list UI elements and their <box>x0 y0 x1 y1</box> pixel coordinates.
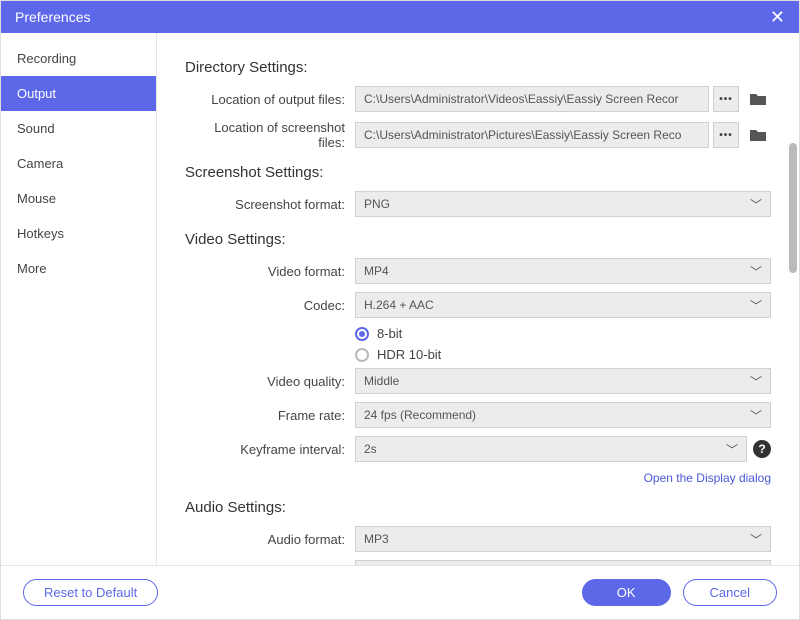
section-screenshot-title: Screenshot Settings: <box>185 164 771 181</box>
chevron-down-icon: ﹀ <box>750 407 762 424</box>
label-video-format: Video format: <box>185 264 355 279</box>
screenshot-format-select[interactable]: PNG ﹀ <box>355 191 771 217</box>
row-output-location: Location of output files: C:\Users\Admin… <box>185 86 771 112</box>
frame-rate-select[interactable]: 24 fps (Recommend) ﹀ <box>355 402 771 428</box>
radio-icon <box>355 327 369 341</box>
screenshot-location-more-button[interactable]: ••• <box>713 122 739 148</box>
screenshot-location-folder-icon[interactable] <box>745 122 771 148</box>
row-audio-format: Audio format: MP3 ﹀ <box>185 526 771 552</box>
titlebar: Preferences ✕ <box>1 1 799 33</box>
keyframe-interval-value: 2s <box>364 442 377 456</box>
content-wrap: Directory Settings: Location of output f… <box>157 33 799 565</box>
video-quality-value: Middle <box>364 374 399 388</box>
frame-rate-value: 24 fps (Recommend) <box>364 408 476 422</box>
chevron-down-icon: ﹀ <box>750 531 762 548</box>
label-keyframe-interval: Keyframe interval: <box>185 442 355 457</box>
chevron-down-icon: ﹀ <box>750 565 762 566</box>
video-format-select[interactable]: MP4 ﹀ <box>355 258 771 284</box>
radio-icon <box>355 348 369 362</box>
open-display-dialog-link[interactable]: Open the Display dialog <box>644 471 771 485</box>
label-audio-format: Audio format: <box>185 532 355 547</box>
row-screenshot-format: Screenshot format: PNG ﹀ <box>185 191 771 217</box>
radio-8bit-label: 8-bit <box>377 326 402 341</box>
display-dialog-row: Open the Display dialog <box>185 470 771 485</box>
chevron-down-icon: ﹀ <box>750 263 762 280</box>
video-codec-value: H.264 + AAC <box>364 298 434 312</box>
help-icon[interactable]: ? <box>753 440 771 458</box>
sidebar-item-sound[interactable]: Sound <box>1 111 156 146</box>
section-video-title: Video Settings: <box>185 231 771 248</box>
screenshot-location-input[interactable]: C:\Users\Administrator\Pictures\Eassiy\E… <box>355 122 709 148</box>
sidebar: Recording Output Sound Camera Mouse Hotk… <box>1 33 157 565</box>
label-frame-rate: Frame rate: <box>185 408 355 423</box>
ok-button[interactable]: OK <box>582 579 671 606</box>
row-screenshot-location: Location of screenshot files: C:\Users\A… <box>185 120 771 150</box>
label-video-quality: Video quality: <box>185 374 355 389</box>
cancel-button[interactable]: Cancel <box>683 579 777 606</box>
label-video-codec: Codec: <box>185 298 355 313</box>
close-icon[interactable]: ✕ <box>770 7 785 28</box>
label-output-location: Location of output files: <box>185 92 355 107</box>
window-title: Preferences <box>15 9 90 25</box>
row-frame-rate: Frame rate: 24 fps (Recommend) ﹀ <box>185 402 771 428</box>
audio-format-select[interactable]: MP3 ﹀ <box>355 526 771 552</box>
chevron-down-icon: ﹀ <box>750 373 762 390</box>
chevron-down-icon: ﹀ <box>750 297 762 314</box>
body: Recording Output Sound Camera Mouse Hotk… <box>1 33 799 565</box>
footer-right-buttons: OK Cancel <box>582 579 777 606</box>
row-video-format: Video format: MP4 ﹀ <box>185 258 771 284</box>
sidebar-item-recording[interactable]: Recording <box>1 41 156 76</box>
footer: Reset to Default OK Cancel <box>1 565 799 619</box>
row-video-quality: Video quality: Middle ﹀ <box>185 368 771 394</box>
section-directory-title: Directory Settings: <box>185 59 771 76</box>
label-screenshot-format: Screenshot format: <box>185 197 355 212</box>
sidebar-item-mouse[interactable]: Mouse <box>1 181 156 216</box>
video-format-value: MP4 <box>364 264 389 278</box>
radio-8bit[interactable]: 8-bit <box>355 326 771 341</box>
section-audio-title: Audio Settings: <box>185 499 771 516</box>
scrollbar-thumb[interactable] <box>789 143 797 273</box>
radio-hdr10-label: HDR 10-bit <box>377 347 441 362</box>
radio-hdr10[interactable]: HDR 10-bit <box>355 347 771 362</box>
output-location-folder-icon[interactable] <box>745 86 771 112</box>
output-location-more-button[interactable]: ••• <box>713 86 739 112</box>
keyframe-interval-select[interactable]: 2s ﹀ <box>355 436 747 462</box>
video-codec-select[interactable]: H.264 + AAC ﹀ <box>355 292 771 318</box>
chevron-down-icon: ﹀ <box>726 441 738 458</box>
sidebar-item-more[interactable]: More <box>1 251 156 286</box>
sidebar-item-camera[interactable]: Camera <box>1 146 156 181</box>
audio-format-value: MP3 <box>364 532 389 546</box>
row-audio-codec: Codec: MP3 ﹀ <box>185 560 771 565</box>
chevron-down-icon: ﹀ <box>750 196 762 213</box>
audio-codec-select[interactable]: MP3 ﹀ <box>355 560 771 565</box>
row-video-codec: Codec: H.264 + AAC ﹀ <box>185 292 771 318</box>
video-quality-select[interactable]: Middle ﹀ <box>355 368 771 394</box>
screenshot-format-value: PNG <box>364 197 390 211</box>
content-panel[interactable]: Directory Settings: Location of output f… <box>157 33 799 565</box>
sidebar-item-output[interactable]: Output <box>1 76 156 111</box>
reset-to-default-button[interactable]: Reset to Default <box>23 579 158 606</box>
label-screenshot-location: Location of screenshot files: <box>185 120 355 150</box>
sidebar-item-hotkeys[interactable]: Hotkeys <box>1 216 156 251</box>
row-keyframe-interval: Keyframe interval: 2s ﹀ ? <box>185 436 771 462</box>
output-location-input[interactable]: C:\Users\Administrator\Videos\Eassiy\Eas… <box>355 86 709 112</box>
preferences-window: Preferences ✕ Recording Output Sound Cam… <box>0 0 800 620</box>
